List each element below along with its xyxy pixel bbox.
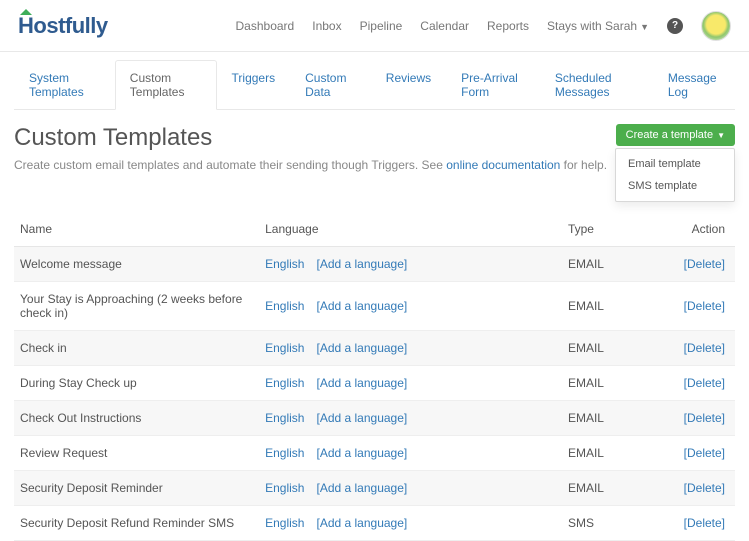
topbar: Hostfully Dashboard Inbox Pipeline Calen… <box>0 0 749 52</box>
language-link[interactable]: English <box>265 376 304 390</box>
cell-language: English [Add a language] <box>259 436 562 471</box>
cell-action: [Delete] <box>663 401 735 436</box>
cell-type: EMAIL <box>562 331 663 366</box>
cell-name: Your Stay is Approaching (2 weeks before… <box>14 282 259 331</box>
language-link[interactable]: English <box>265 411 304 425</box>
col-action: Action <box>663 212 735 247</box>
cell-action: [Delete] <box>663 471 735 506</box>
create-sms-template[interactable]: SMS template <box>616 175 734 197</box>
help-icon[interactable]: ? <box>667 18 683 34</box>
cell-type: EMAIL <box>562 366 663 401</box>
delete-link[interactable]: [Delete] <box>684 257 725 271</box>
cell-type: EMAIL <box>562 282 663 331</box>
cell-name: Review Request <box>14 436 259 471</box>
cell-language: English [Add a language] <box>259 401 562 436</box>
cell-type: EMAIL <box>562 471 663 506</box>
cell-language: English [Add a language] <box>259 506 562 541</box>
cell-language: English [Add a language] <box>259 366 562 401</box>
add-language-link[interactable]: [Add a language] <box>316 299 407 313</box>
cell-action: [Delete] <box>663 282 735 331</box>
delete-link[interactable]: [Delete] <box>684 299 725 313</box>
tab-scheduled-messages[interactable]: Scheduled Messages <box>540 60 653 110</box>
tab-system-templates[interactable]: System Templates <box>14 60 115 110</box>
cell-name: During Stay Check up <box>14 366 259 401</box>
cell-type: EMAIL <box>562 247 663 282</box>
cell-action: [Delete] <box>663 436 735 471</box>
add-language-link[interactable]: [Add a language] <box>316 411 407 425</box>
col-type: Type <box>562 212 663 247</box>
cell-name: Welcome message <box>14 247 259 282</box>
sub-nav: System Templates Custom Templates Trigge… <box>14 60 735 110</box>
language-link[interactable]: English <box>265 481 304 495</box>
language-link[interactable]: English <box>265 516 304 530</box>
add-language-link[interactable]: [Add a language] <box>316 446 407 460</box>
table-row: Your Stay is Approaching (2 weeks before… <box>14 282 735 331</box>
delete-link[interactable]: [Delete] <box>684 411 725 425</box>
add-language-link[interactable]: [Add a language] <box>316 376 407 390</box>
tab-triggers[interactable]: Triggers <box>217 60 291 110</box>
nav-user-menu[interactable]: Stays with Sarah▼ <box>547 19 649 33</box>
delete-link[interactable]: [Delete] <box>684 516 725 530</box>
table-row: Check in English [Add a language] EMAIL [Del… <box>14 331 735 366</box>
tab-custom-templates[interactable]: Custom Templates <box>115 60 217 110</box>
col-name: Name <box>14 212 259 247</box>
nav-inbox[interactable]: Inbox <box>312 19 341 33</box>
tab-message-log[interactable]: Message Log <box>653 60 735 110</box>
delete-link[interactable]: [Delete] <box>684 446 725 460</box>
nav-calendar[interactable]: Calendar <box>420 19 469 33</box>
top-nav: Dashboard Inbox Pipeline Calendar Report… <box>236 11 731 41</box>
avatar[interactable] <box>701 11 731 41</box>
table-row: Check Out Instructions English [Add a lang… <box>14 401 735 436</box>
cell-type: SMS <box>562 506 663 541</box>
language-link[interactable]: English <box>265 446 304 460</box>
table-row: Review Request English [Add a language] EMA… <box>14 436 735 471</box>
add-language-link[interactable]: [Add a language] <box>316 257 407 271</box>
table-row: Security Deposit Refund Reminder SMSEngl… <box>14 506 735 541</box>
cell-language: English [Add a language] <box>259 331 562 366</box>
cell-name: Check in <box>14 331 259 366</box>
page-title: Custom Templates <box>14 124 607 152</box>
roof-icon <box>20 9 32 15</box>
delete-link[interactable]: [Delete] <box>684 341 725 355</box>
cell-language: English [Add a language] <box>259 282 562 331</box>
brand-logo[interactable]: Hostfully <box>18 13 108 39</box>
caret-down-icon: ▼ <box>640 22 649 32</box>
table-row: During Stay Check up English [Add a langua… <box>14 366 735 401</box>
cell-action: [Delete] <box>663 506 735 541</box>
cell-name: Check Out Instructions <box>14 401 259 436</box>
cell-action: [Delete] <box>663 247 735 282</box>
tab-custom-data[interactable]: Custom Data <box>290 60 371 110</box>
create-template-button[interactable]: Create a template▼ <box>616 124 735 146</box>
cell-language: English [Add a language] <box>259 471 562 506</box>
templates-table: Name Language Type Action Welcome messag… <box>14 212 735 541</box>
tab-reviews[interactable]: Reviews <box>371 60 446 110</box>
cell-type: EMAIL <box>562 401 663 436</box>
add-language-link[interactable]: [Add a language] <box>316 341 407 355</box>
table-row: Welcome message English [Add a language] EM… <box>14 247 735 282</box>
add-language-link[interactable]: [Add a language] <box>316 481 407 495</box>
cell-language: English [Add a language] <box>259 247 562 282</box>
tab-pre-arrival-form[interactable]: Pre-Arrival Form <box>446 60 540 110</box>
delete-link[interactable]: [Delete] <box>684 376 725 390</box>
page-subtitle: Create custom email templates and automa… <box>14 158 607 172</box>
cell-action: [Delete] <box>663 366 735 401</box>
cell-name: Security Deposit Reminder <box>14 471 259 506</box>
nav-dashboard[interactable]: Dashboard <box>236 19 295 33</box>
nav-reports[interactable]: Reports <box>487 19 529 33</box>
language-link[interactable]: English <box>265 299 304 313</box>
language-link[interactable]: English <box>265 257 304 271</box>
create-email-template[interactable]: Email template <box>616 153 734 175</box>
col-language: Language <box>259 212 562 247</box>
create-dropdown: Email template SMS template <box>615 148 735 202</box>
language-link[interactable]: English <box>265 341 304 355</box>
caret-down-icon: ▼ <box>717 131 725 140</box>
cell-action: [Delete] <box>663 331 735 366</box>
doc-link[interactable]: online documentation <box>446 158 560 172</box>
cell-type: EMAIL <box>562 436 663 471</box>
table-row: Security Deposit Reminder English [Add a l… <box>14 471 735 506</box>
delete-link[interactable]: [Delete] <box>684 481 725 495</box>
add-language-link[interactable]: [Add a language] <box>316 516 407 530</box>
cell-name: Security Deposit Refund Reminder SMS <box>14 506 259 541</box>
nav-pipeline[interactable]: Pipeline <box>360 19 403 33</box>
